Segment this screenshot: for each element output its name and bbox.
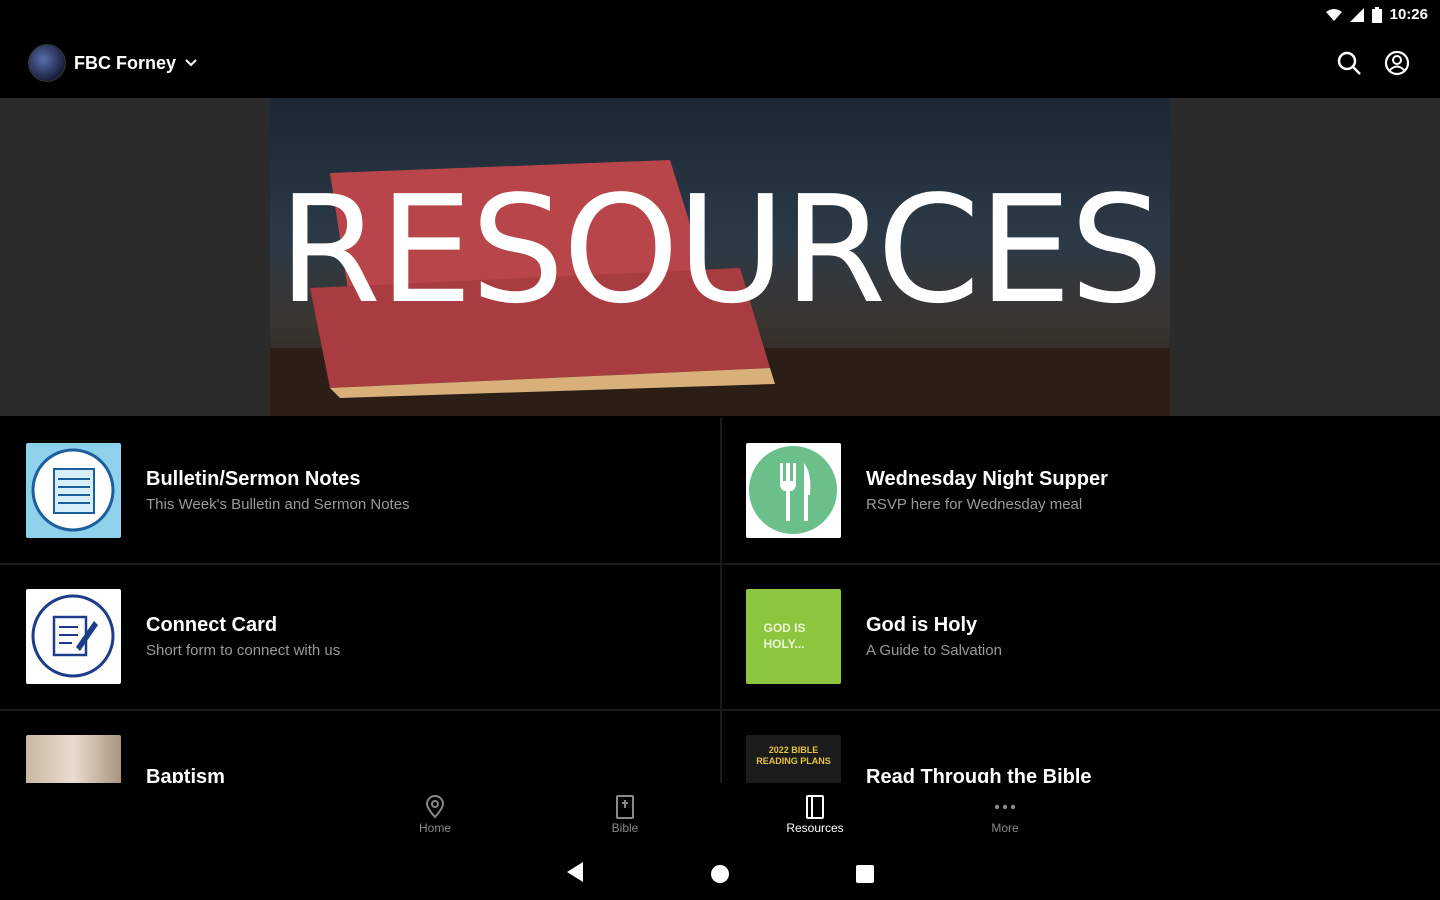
org-switcher[interactable]: FBC Forney <box>28 44 198 82</box>
resource-subtitle: Short form to connect with us <box>146 642 341 659</box>
org-name: FBC Forney <box>74 52 177 73</box>
resource-title: Wednesday Night Supper <box>866 468 1108 490</box>
nav-more[interactable]: More <box>960 793 1050 835</box>
resource-title: Baptism <box>146 766 225 783</box>
resource-grid: Bulletin/Sermon Notes This Week's Bullet… <box>0 418 1440 783</box>
thumbnail-text: 2022 BIBLE READING PLANS <box>756 745 831 766</box>
recents-square-icon[interactable] <box>855 864 875 884</box>
book-open-icon <box>806 795 824 819</box>
chevron-down-icon <box>185 59 197 67</box>
nav-resources[interactable]: Resources <box>770 793 860 835</box>
status-icons: 10:26 <box>1325 6 1428 23</box>
battery-icon <box>1371 6 1382 23</box>
hero-title: RESOURCES <box>278 164 1163 336</box>
resource-subtitle: A Guide to Salvation <box>866 642 1002 659</box>
edit-form-icon <box>31 594 115 678</box>
resource-title: Read Through the Bible <box>866 766 1092 783</box>
bulletin-thumbnail <box>26 443 121 538</box>
more-dots-icon <box>994 804 1016 810</box>
system-nav-bar <box>0 843 1440 900</box>
resource-item-bulletin[interactable]: Bulletin/Sermon Notes This Week's Bullet… <box>0 418 720 565</box>
hero-image: RESOURCES <box>270 98 1170 416</box>
status-bar: 10:26 <box>0 0 1440 30</box>
resource-title: God is Holy <box>866 614 978 636</box>
bible-icon <box>616 795 634 819</box>
resource-item-god-is-holy[interactable]: GOD IS HOLY... God is Holy A Guide to Sa… <box>720 564 1440 711</box>
resource-item-connect-card[interactable]: Connect Card Short form to connect with … <box>0 564 720 711</box>
reading-plan-thumbnail: 2022 BIBLE READING PLANS <box>746 735 841 783</box>
account-icon[interactable] <box>1384 50 1410 76</box>
resource-title: Bulletin/Sermon Notes <box>146 468 361 490</box>
search-icon[interactable] <box>1336 50 1362 76</box>
nav-bible[interactable]: Bible <box>580 793 670 835</box>
nav-label: More <box>991 821 1019 835</box>
resource-item-wednesday-supper[interactable]: Wednesday Night Supper RSVP here for Wed… <box>720 418 1440 565</box>
app-header: FBC Forney <box>0 30 1440 98</box>
resource-title: Connect Card <box>146 614 278 636</box>
resource-item-read-bible[interactable]: 2022 BIBLE READING PLANS Read Through th… <box>720 710 1440 783</box>
org-avatar <box>28 44 66 82</box>
resource-subtitle: RSVP here for Wednesday meal <box>866 496 1083 513</box>
status-time: 10:26 <box>1389 6 1428 23</box>
baptism-thumbnail <box>26 735 121 783</box>
nav-home[interactable]: Home <box>390 793 480 835</box>
location-pin-icon <box>425 795 445 819</box>
nav-label: Resources <box>786 821 844 835</box>
wifi-icon <box>1325 8 1342 21</box>
nav-label: Bible <box>611 821 639 835</box>
nav-label: Home <box>418 821 451 835</box>
signal-icon <box>1349 7 1364 22</box>
god-is-holy-thumbnail: GOD IS HOLY... <box>746 589 841 684</box>
home-circle-icon[interactable] <box>710 864 730 884</box>
fork-knife-icon <box>749 446 837 534</box>
resource-item-baptism[interactable]: Baptism <box>0 710 720 783</box>
bottom-nav: Home Bible Resources More <box>0 783 1440 843</box>
resource-subtitle: This Week's Bulletin and Sermon Notes <box>146 496 410 513</box>
thumbnail-text: GOD IS HOLY... <box>763 620 806 651</box>
connect-card-thumbnail <box>26 589 121 684</box>
back-icon[interactable] <box>565 861 585 883</box>
newspaper-icon <box>31 448 115 532</box>
supper-thumbnail <box>746 443 841 538</box>
hero-banner: RESOURCES <box>0 98 1440 416</box>
